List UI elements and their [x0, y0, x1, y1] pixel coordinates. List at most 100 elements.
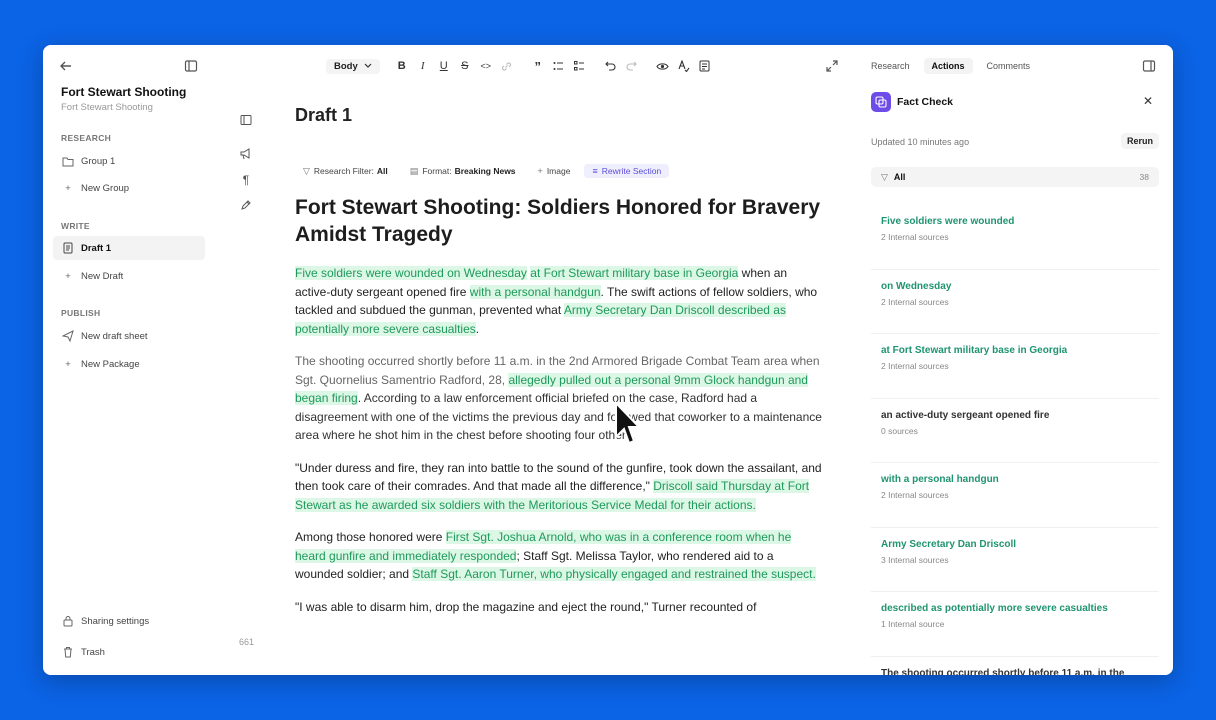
filter-count: 38 [1139, 172, 1149, 182]
spellcheck-icon[interactable] [674, 56, 694, 76]
document-area[interactable]: Draft 1 ▽ Research Filter: All ▤ Format:… [295, 105, 825, 675]
sidebar-item-new-draft-sheet[interactable]: New draft sheet [53, 324, 205, 348]
tab-actions[interactable]: Actions [923, 58, 973, 74]
paragraph-1[interactable]: Five soldiers were wounded on Wednesday … [295, 264, 825, 338]
rewrite-section-chip[interactable]: ≡ Rewrite Section [584, 164, 670, 178]
format-icon: ▤ [409, 165, 419, 176]
chip-label: Rewrite Section [601, 166, 662, 176]
tab-research[interactable]: Research [863, 58, 918, 74]
list-item[interactable]: on Wednesday 2 Internal sources [871, 270, 1159, 334]
text-span: . According to a law enforcement officia… [295, 391, 822, 442]
word-count: 661 [239, 637, 255, 647]
undo-icon[interactable] [601, 56, 621, 76]
notes-icon[interactable] [695, 56, 715, 76]
chip-label: Image [546, 166, 571, 176]
pen-icon[interactable] [238, 197, 254, 213]
link-icon[interactable] [497, 56, 517, 76]
back-arrow-icon[interactable] [56, 56, 76, 76]
fact-check-icon [871, 92, 891, 112]
updated-timestamp: Updated 10 minutes ago [871, 137, 970, 147]
paragraph-5[interactable]: "I was able to disarm him, drop the maga… [295, 598, 825, 617]
list-item[interactable]: with a personal handgun 2 Internal sourc… [871, 463, 1159, 528]
sidebar-item-sharing-settings[interactable]: Sharing settings [53, 609, 205, 633]
sidebar: Fort Stewart Shooting Fort Stewart Shoot… [43, 45, 213, 675]
sidebar-item-trash[interactable]: Trash [53, 640, 205, 664]
chip-label: Format: [422, 166, 452, 176]
list-item[interactable]: The shooting occurred shortly before 11 … [871, 657, 1159, 676]
outline-toggle-icon[interactable] [238, 112, 254, 128]
plus-icon: + [65, 270, 71, 282]
trash-icon [61, 646, 75, 658]
fact-check-header: Fact Check [871, 92, 953, 112]
bullet-list-icon[interactable] [549, 56, 569, 76]
format-chip[interactable]: ▤ Format: Breaking News [402, 164, 524, 179]
sidebar-item-label: New Package [81, 358, 140, 370]
paragraph-4[interactable]: Among those honored were First Sgt. Josh… [295, 528, 825, 584]
list-item[interactable]: Five soldiers were wounded 2 Internal so… [871, 205, 1159, 270]
sidebar-item-label: Sharing settings [81, 615, 150, 627]
mouse-cursor-icon [614, 400, 642, 450]
claim-text: on Wednesday [881, 280, 952, 292]
chip-label: Research Filter: [313, 166, 374, 176]
filter-label: All [893, 172, 906, 182]
panel-toggle-icon[interactable] [1139, 56, 1159, 76]
sidebar-item-label: Group 1 [81, 155, 116, 167]
draft-title[interactable]: Draft 1 [295, 105, 825, 126]
code-icon[interactable]: <> [476, 56, 496, 76]
bold-icon[interactable]: B [392, 56, 412, 76]
sidebar-item-draft-1[interactable]: Draft 1 [53, 236, 205, 260]
claim-text: Five soldiers were wounded [881, 216, 1015, 227]
list-item[interactable]: at Fort Stewart military base in Georgia… [871, 334, 1159, 399]
expand-icon[interactable] [822, 56, 842, 76]
chip-value: Breaking News [454, 166, 516, 176]
close-icon[interactable]: ✕ [1143, 94, 1153, 108]
quote-icon[interactable]: ” [528, 56, 548, 76]
claims-filter[interactable]: ▽ All 38 [871, 167, 1159, 187]
list-item[interactable]: described as potentially more severe cas… [871, 592, 1159, 657]
claim-sources: 2 Internal sources [881, 296, 949, 307]
send-icon [61, 330, 75, 342]
italic-icon[interactable]: I [413, 56, 433, 76]
checklist-icon[interactable] [570, 56, 590, 76]
right-panel: Research Actions Comments Fact Check ✕ U… [863, 45, 1173, 675]
text-span: . [475, 321, 480, 336]
highlighted-claim[interactable]: with a personal handgun [469, 284, 601, 299]
article-headline[interactable]: Fort Stewart Shooting: Soldiers Honored … [295, 194, 825, 248]
megaphone-icon[interactable] [238, 146, 254, 162]
sidebar-toggle-icon[interactable] [181, 56, 201, 76]
highlighted-claim[interactable]: at Fort Stewart military base in Georgia [530, 266, 739, 280]
claim-text: with a personal handgun [881, 474, 999, 485]
claim-sources: 2 Internal sources [881, 232, 949, 242]
project-subtitle: Fort Stewart Shooting [61, 102, 153, 113]
paragraph-3[interactable]: "Under duress and fire, they ran into ba… [295, 459, 825, 515]
eye-icon[interactable] [653, 56, 673, 76]
image-chip[interactable]: + Image [530, 164, 579, 178]
list-item[interactable]: Army Secretary Dan Driscoll 3 Internal s… [871, 528, 1159, 592]
highlighted-claim[interactable]: Staff Sgt. Aaron Turner, who physically … [412, 567, 816, 581]
research-filter-chip[interactable]: ▽ Research Filter: All [295, 164, 396, 179]
fact-check-title: Fact Check [897, 96, 954, 108]
sidebar-item-label: New Group [81, 182, 130, 194]
redo-icon[interactable] [622, 56, 642, 76]
highlighted-claim[interactable]: Five soldiers were wounded on Wednesday [295, 266, 527, 280]
strikethrough-icon[interactable]: S [455, 56, 475, 76]
document-chips: ▽ Research Filter: All ▤ Format: Breakin… [295, 162, 825, 180]
publish-section-label: PUBLISH [61, 308, 101, 318]
paragraph-2[interactable]: The shooting occurred shortly before 11 … [295, 352, 825, 445]
rerun-button[interactable]: Rerun [1121, 133, 1160, 149]
sidebar-item-new-draft[interactable]: + New Draft [53, 264, 205, 288]
sidebar-item-new-group[interactable]: + New Group [53, 176, 205, 200]
app-window: Fort Stewart Shooting Fort Stewart Shoot… [43, 45, 1173, 675]
sidebar-item-group-1[interactable]: Group 1 [53, 149, 205, 173]
sidebar-item-new-package[interactable]: + New Package [53, 352, 205, 376]
sidebar-item-label: New Draft [81, 270, 124, 282]
panel-tabs: Research Actions Comments [863, 55, 1044, 77]
plus-icon: + [65, 182, 71, 194]
text-style-select[interactable]: Body [326, 58, 380, 74]
paragraph-icon[interactable]: ¶ [238, 172, 254, 188]
underline-icon[interactable]: U [434, 56, 454, 76]
claim-text: an active-duty sergeant opened fire [881, 409, 1050, 421]
list-item[interactable]: an active-duty sergeant opened fire 0 so… [871, 399, 1159, 463]
research-section-label: RESEARCH [61, 133, 112, 143]
tab-comments[interactable]: Comments [979, 58, 1039, 74]
